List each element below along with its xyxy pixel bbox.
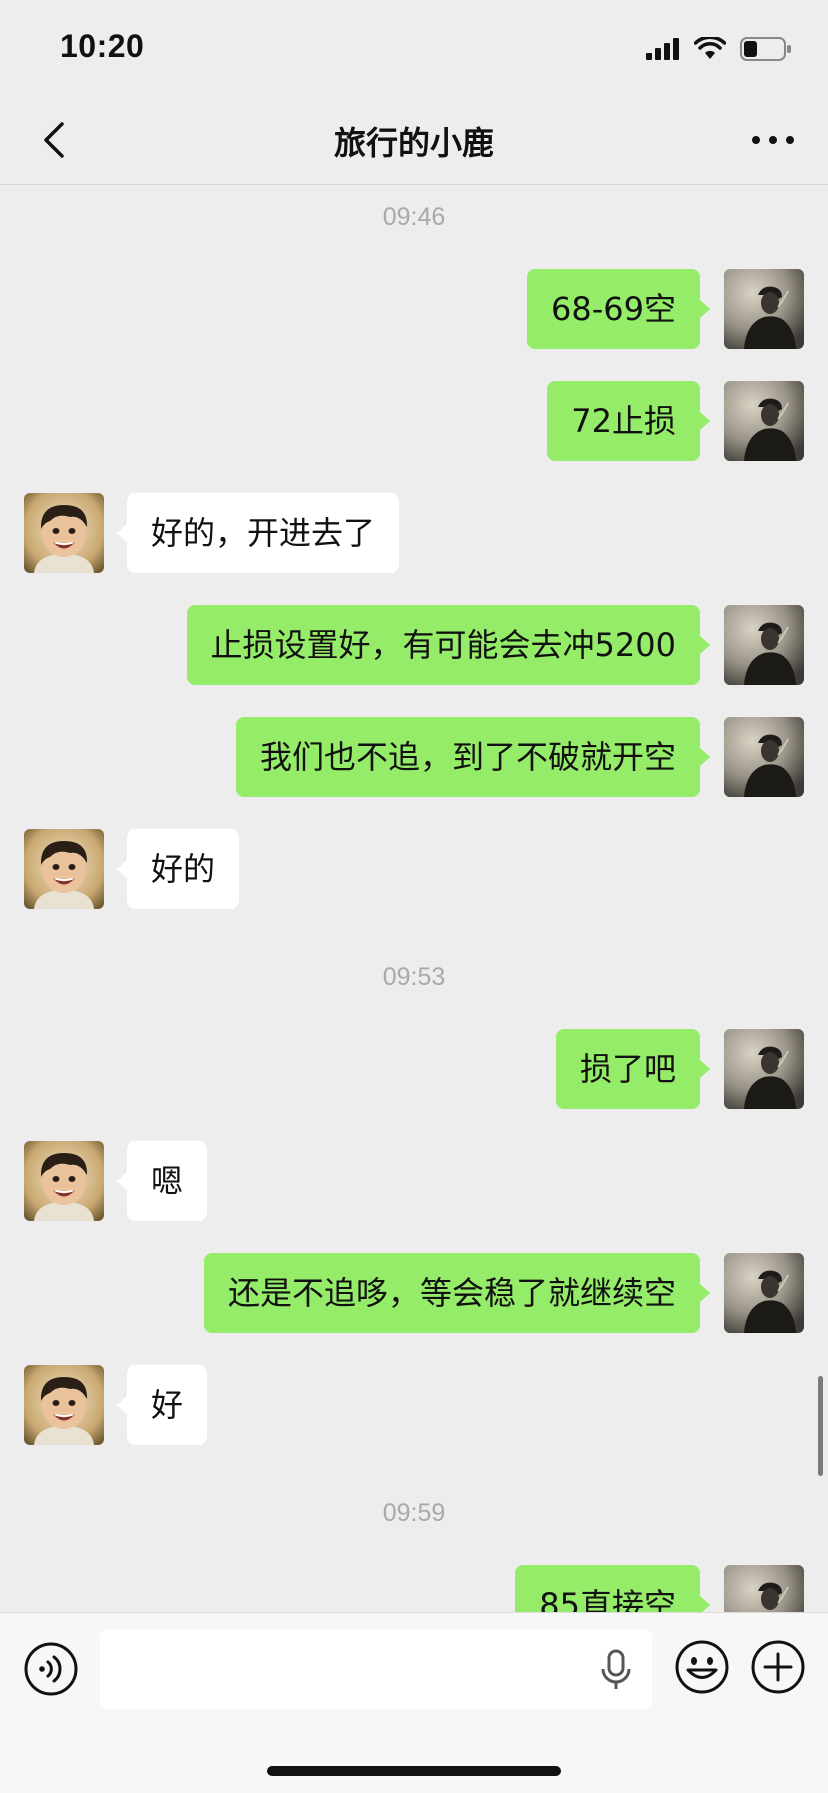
emoji-button[interactable] (674, 1639, 730, 1695)
voice-mode-icon (24, 1642, 78, 1696)
chat-title[interactable]: 旅行的小鹿 (0, 118, 828, 164)
my-avatar[interactable] (724, 717, 804, 797)
sent-message[interactable]: 损了吧 (555, 1029, 711, 1109)
message-input[interactable] (100, 1629, 652, 1709)
more-options-button[interactable] (748, 118, 798, 162)
status-icons (646, 34, 792, 64)
home-indicator[interactable] (267, 1766, 561, 1776)
voice-mode-button[interactable] (23, 1641, 79, 1697)
emoji-icon (675, 1640, 729, 1694)
cellular-signal-icon (646, 38, 679, 60)
status-bar: 10:20 (0, 0, 828, 96)
contact-avatar[interactable] (24, 1141, 104, 1221)
battery-icon (740, 37, 791, 61)
microphone-icon[interactable] (598, 1649, 634, 1691)
sent-message[interactable]: 68-69空 (527, 269, 710, 349)
contact-avatar[interactable] (24, 829, 104, 909)
received-message[interactable]: 好 (116, 1365, 208, 1445)
my-avatar[interactable] (724, 1565, 804, 1612)
more-functions-button[interactable] (750, 1639, 806, 1695)
received-message[interactable]: 好的 (116, 829, 240, 909)
timestamp: 09:46 (382, 203, 446, 231)
timestamp: 09:53 (382, 963, 446, 991)
sent-message[interactable]: 85直接空 (515, 1565, 710, 1612)
my-avatar[interactable] (724, 1253, 804, 1333)
my-avatar[interactable] (724, 605, 804, 685)
status-time: 10:20 (60, 28, 145, 64)
my-avatar[interactable] (724, 1029, 804, 1109)
my-avatar[interactable] (724, 269, 804, 349)
chat-header: 旅行的小鹿 (0, 96, 828, 185)
received-message[interactable]: 好的，开进去了 (116, 493, 400, 573)
sent-message[interactable]: 72止损 (547, 381, 710, 461)
received-message[interactable]: 嗯 (116, 1141, 208, 1221)
my-avatar[interactable] (724, 381, 804, 461)
contact-avatar[interactable] (24, 1365, 104, 1445)
sent-message[interactable]: 还是不追哆，等会稳了就继续空 (203, 1253, 711, 1333)
message-list[interactable]: 09:46 68-69空 72止损 好的，开进去了 止损设置好，有可能会去冲52… (0, 185, 828, 1612)
sent-message[interactable]: 止损设置好，有可能会去冲5200 (186, 605, 711, 685)
timestamp: 09:59 (382, 1499, 446, 1527)
scrollbar[interactable] (818, 1376, 823, 1476)
plus-circle-icon (751, 1640, 805, 1694)
more-dots-icon (752, 136, 794, 144)
sent-message[interactable]: 我们也不追，到了不破就开空 (235, 717, 711, 797)
contact-avatar[interactable] (24, 493, 104, 573)
wifi-icon (694, 37, 726, 59)
